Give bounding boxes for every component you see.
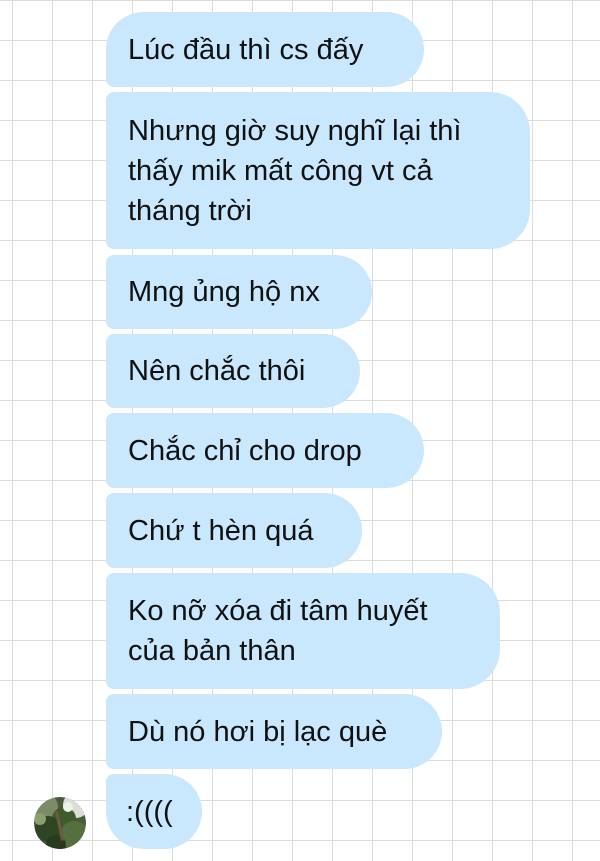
message-text: Ko nỡ xóa đi tâm huyết của bản thân: [128, 595, 428, 667]
message-bubble[interactable]: Ko nỡ xóa đi tâm huyết của bản thân: [106, 573, 500, 689]
avatar[interactable]: [34, 797, 86, 849]
message-text: Chắc chỉ cho drop: [128, 434, 362, 467]
message-bubble[interactable]: Dù nó hơi bị lạc què: [106, 694, 442, 769]
message-text: Nhưng giờ suy nghĩ lại thì thấy mik mất …: [128, 114, 462, 227]
message-text: :((((: [126, 795, 173, 828]
message-text: Mng ủng hộ nx: [128, 276, 320, 308]
message-text: Nên chắc thôi: [128, 355, 306, 387]
message-text: Lúc đầu thì cs đấy: [128, 33, 364, 66]
message-text: Chứ t hèn quá: [128, 514, 314, 547]
message-thread: Lúc đầu thì cs đấy Nhưng giờ suy nghĩ lạ…: [0, 0, 600, 861]
foliage-photo-avatar-icon: [34, 797, 86, 849]
message-bubble[interactable]: Lúc đầu thì cs đấy: [106, 12, 424, 87]
message-bubble[interactable]: :((((: [106, 774, 202, 849]
message-bubble[interactable]: Chứ t hèn quá: [106, 493, 362, 568]
message-text: Dù nó hơi bị lạc què: [128, 715, 388, 748]
message-bubble[interactable]: Nhưng giờ suy nghĩ lại thì thấy mik mất …: [106, 92, 530, 249]
message-bubble[interactable]: Nên chắc thôi: [106, 334, 360, 408]
message-bubble[interactable]: Mng ủng hộ nx: [106, 255, 372, 329]
message-bubble[interactable]: Chắc chỉ cho drop: [106, 413, 424, 488]
